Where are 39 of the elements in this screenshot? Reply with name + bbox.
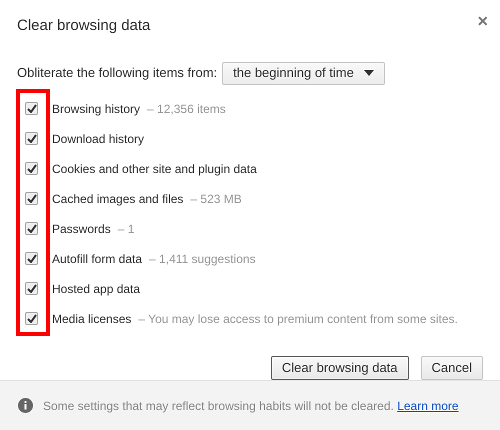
item-label: Browsing history [52, 100, 140, 118]
check-icon [26, 164, 36, 173]
item-label: Autofill form data [52, 250, 142, 268]
range-label: Obliterate the following items from: [17, 64, 218, 82]
item-label: Cached images and files [52, 190, 184, 208]
checkbox[interactable] [25, 192, 38, 205]
checkbox[interactable] [25, 312, 38, 325]
item-detail: – 523 MB [190, 190, 242, 208]
check-icon [26, 254, 36, 263]
checkbox[interactable] [25, 132, 38, 145]
checkbox[interactable] [25, 102, 38, 115]
item-detail: – You may lose access to premium content from some sites. [138, 310, 458, 328]
item-label: Download history [52, 130, 144, 148]
checkbox[interactable] [25, 252, 38, 265]
check-icon [26, 194, 36, 203]
item-label: Media licenses [52, 310, 132, 328]
check-icon [26, 284, 36, 293]
check-icon [26, 104, 36, 113]
item-detail: – 12,356 items [147, 100, 226, 118]
clear-data-button[interactable]: Clear browsing data [270, 356, 409, 380]
checkbox[interactable] [25, 222, 38, 235]
learn-more-link[interactable]: Learn more [397, 398, 459, 412]
check-icon [26, 314, 36, 323]
footer-text: Some settings that may reflect browsing habits will not be cleared. Learn more [43, 398, 459, 414]
item-label: Passwords [52, 220, 111, 238]
range-dropdown[interactable]: the beginning of time [222, 62, 385, 84]
item-detail: – 1,411 suggestions [149, 250, 256, 268]
info-icon [18, 398, 33, 413]
item-label: Cookies and other site and plugin data [52, 160, 257, 178]
dialog-title: Clear browsing data [17, 16, 150, 36]
check-icon [26, 224, 36, 233]
close-button[interactable]: × [477, 12, 488, 30]
check-icon [26, 134, 36, 143]
item-label: Hosted app data [52, 280, 140, 298]
checkbox[interactable] [25, 282, 38, 295]
checkbox[interactable] [25, 162, 38, 175]
dropdown-caret-icon [364, 70, 374, 76]
cancel-button[interactable]: Cancel [420, 356, 483, 380]
item-detail: – 1 [118, 220, 134, 238]
